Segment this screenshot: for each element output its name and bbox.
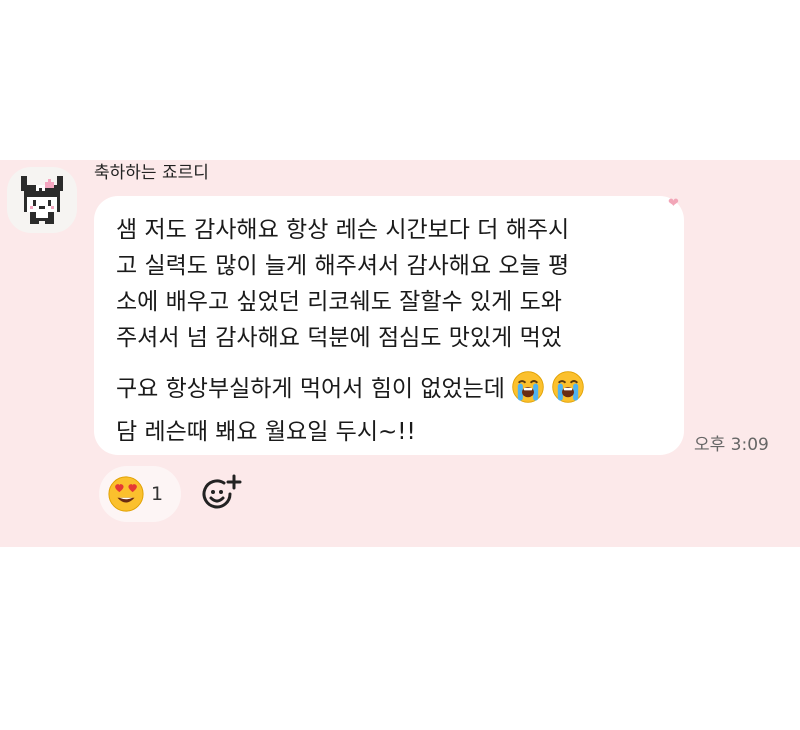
heart-decoration-icon: ❤	[668, 196, 679, 211]
kuromi-avatar-image	[21, 176, 63, 224]
loudly-crying-face-icon	[512, 371, 544, 403]
message-line: 소에 배우고 싶었던 리코쉐도 잘할수 있게 도와	[116, 289, 562, 315]
message-line: 고 실력도 많이 늘게 해주셔서 감사해요 오늘 평	[116, 253, 570, 279]
message-line: 주셔서 넘 감사해요 덕분에 점심도 맛있게 먹었	[116, 325, 562, 351]
message-line-with-emoji: 구요 항상부실하게 먹어서 힘이 없었는데	[116, 370, 676, 406]
message-line: 구요 항상부실하게 먹어서 힘이 없었는데	[116, 376, 505, 402]
message-timestamp: 오후 3:09	[694, 435, 769, 455]
avatar[interactable]	[7, 167, 77, 233]
message-text: 샘 저도 감사해요 항상 레슨 시간보다 더 해주시 고 실력도 많이 늘게 해…	[116, 212, 676, 450]
message-bubble[interactable]: 샘 저도 감사해요 항상 레슨 시간보다 더 해주시 고 실력도 많이 늘게 해…	[94, 196, 684, 455]
loudly-crying-face-icon	[552, 371, 584, 403]
message-line: 담 레슨때 봬요 월요일 두시~!!	[116, 419, 416, 445]
sender-name[interactable]: 축하하는 죠르디	[94, 160, 209, 186]
reaction-count: 1	[151, 483, 164, 505]
add-emoji-icon	[202, 474, 242, 509]
heart-eyes-emoji-icon	[108, 476, 144, 512]
add-reaction-button[interactable]	[200, 474, 244, 514]
reaction-chip[interactable]: 1	[99, 466, 181, 522]
message-line: 샘 저도 감사해요 항상 레슨 시간보다 더 해주시	[116, 217, 570, 243]
